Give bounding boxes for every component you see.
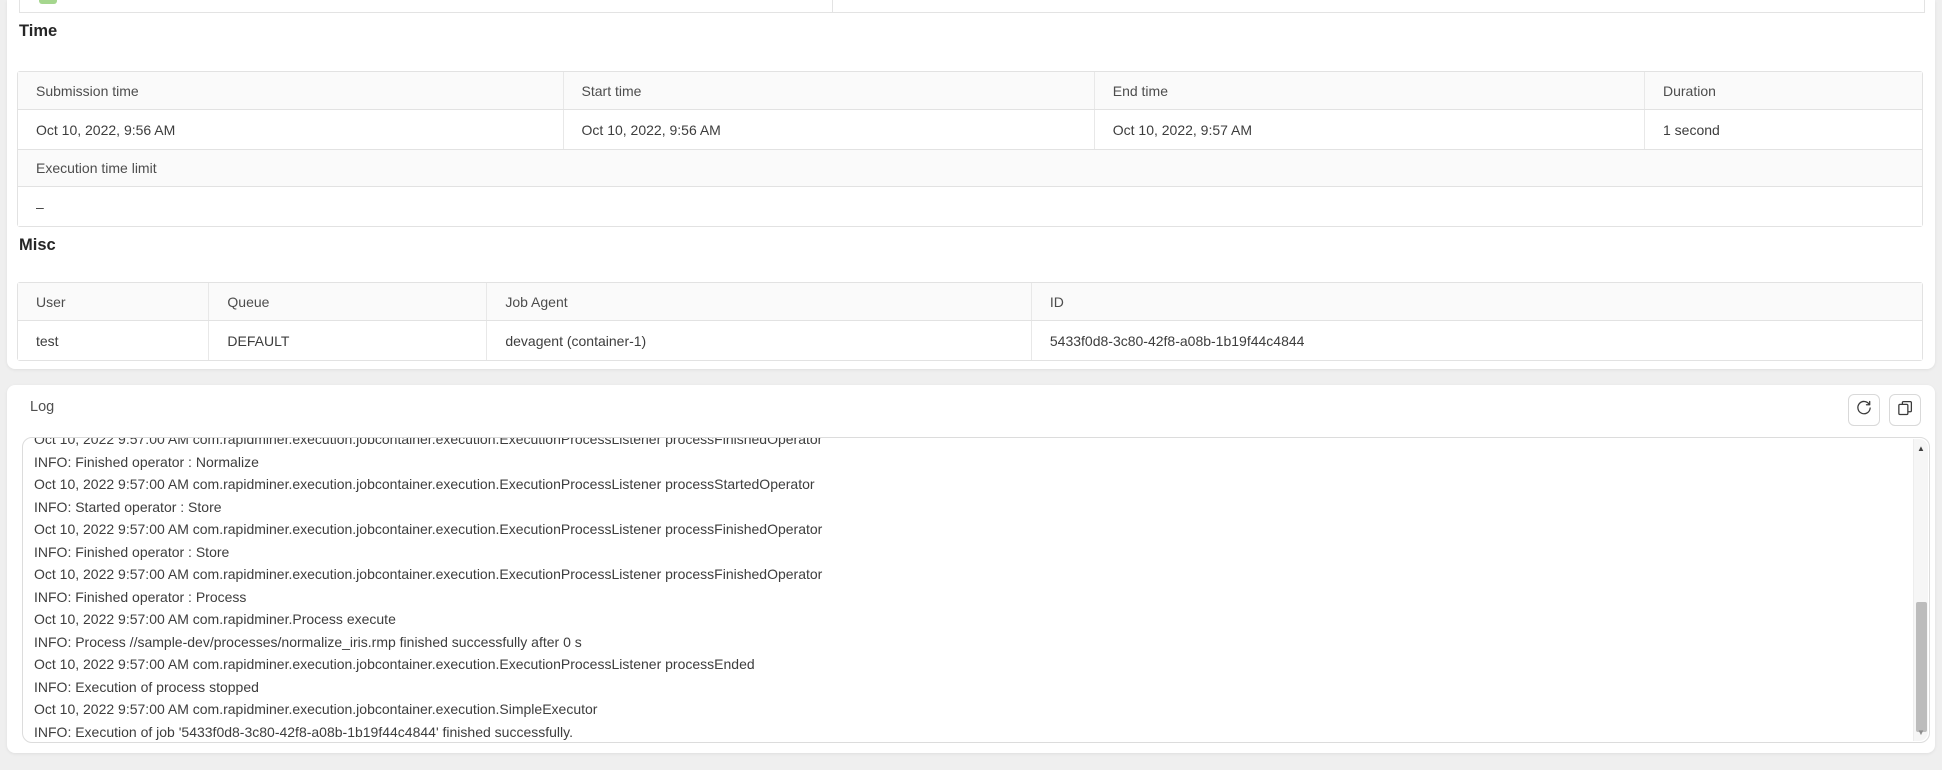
misc-table: User Queue Job Agent ID test DEFAULT dev…	[17, 282, 1923, 361]
log-card: Log Oct 10, 2022 9:57:00 AM com.rapidmin…	[7, 385, 1935, 753]
time-table-value-row: Oct 10, 2022, 9:56 AM Oct 10, 2022, 9:56…	[18, 109, 1922, 149]
header-job-agent: Job Agent	[486, 283, 1031, 320]
log-lines: Oct 10, 2022 9:57:00 AM com.rapidminer.e…	[34, 438, 1912, 742]
log-line: Oct 10, 2022 9:57:00 AM com.rapidminer.e…	[34, 438, 1912, 451]
log-line: Oct 10, 2022 9:57:00 AM com.rapidminer.e…	[34, 653, 1912, 676]
log-line: INFO: Finished operator : Process	[34, 586, 1912, 609]
log-line: Oct 10, 2022 9:57:00 AM com.rapidminer.e…	[34, 563, 1912, 586]
misc-table-header-row: User Queue Job Agent ID	[18, 283, 1922, 320]
value-id: 5433f0d8-3c80-42f8-a08b-1b19f44c4844	[1031, 321, 1922, 360]
log-line: INFO: Process //sample-dev/processes/nor…	[34, 631, 1912, 654]
time-section-heading: Time	[19, 22, 57, 41]
log-line: Oct 10, 2022 9:57:00 AM com.rapidminer.P…	[34, 608, 1912, 631]
header-end-time: End time	[1094, 72, 1644, 109]
log-line: INFO: Started operator : Store	[34, 496, 1912, 519]
header-queue: Queue	[208, 283, 486, 320]
time-table-header-row: Submission time Start time End time Dura…	[18, 72, 1922, 109]
value-start-time: Oct 10, 2022, 9:56 AM	[563, 110, 1094, 149]
header-duration: Duration	[1644, 72, 1922, 109]
log-output-panel[interactable]: Oct 10, 2022 9:57:00 AM com.rapidminer.e…	[22, 437, 1930, 743]
table-column-divider	[832, 0, 833, 12]
scrollbar-thumb[interactable]	[1916, 602, 1927, 732]
log-title: Log	[30, 399, 54, 415]
log-line: INFO: Finished operator : Normalize	[34, 451, 1912, 474]
header-start-time: Start time	[563, 72, 1094, 109]
misc-table-value-row: test DEFAULT devagent (container-1) 5433…	[18, 320, 1922, 360]
details-card: Time Submission time Start time End time…	[7, 0, 1935, 369]
value-end-time: Oct 10, 2022, 9:57 AM	[1094, 110, 1644, 149]
header-user: User	[18, 283, 208, 320]
log-line: INFO: Execution of job '5433f0d8-3c80-42…	[34, 721, 1912, 743]
value-execution-time-limit: –	[18, 187, 1922, 226]
misc-section-heading: Misc	[19, 236, 56, 255]
refresh-icon	[1855, 399, 1873, 422]
scroll-down-arrow-icon[interactable]: ▼	[1914, 725, 1928, 739]
log-line: Oct 10, 2022 9:57:00 AM com.rapidminer.e…	[34, 698, 1912, 721]
clipped-status-table	[19, 0, 1925, 13]
log-line: Oct 10, 2022 9:57:00 AM com.rapidminer.e…	[34, 473, 1912, 496]
scroll-up-arrow-icon[interactable]: ▲	[1914, 441, 1928, 455]
value-job-agent: devagent (container-1)	[486, 321, 1031, 360]
header-submission-time: Submission time	[18, 72, 563, 109]
value-submission-time: Oct 10, 2022, 9:56 AM	[18, 110, 563, 149]
copy-icon	[1896, 399, 1914, 422]
time-table: Submission time Start time End time Dura…	[17, 71, 1923, 227]
log-line: Oct 10, 2022 9:57:00 AM com.rapidminer.e…	[34, 518, 1912, 541]
refresh-log-button[interactable]	[1848, 394, 1880, 426]
header-execution-time-limit: Execution time limit	[18, 150, 1922, 186]
value-user: test	[18, 321, 208, 360]
log-line: INFO: Execution of process stopped	[34, 676, 1912, 699]
value-duration: 1 second	[1644, 110, 1922, 149]
header-id: ID	[1031, 283, 1922, 320]
copy-log-button[interactable]	[1889, 394, 1921, 426]
log-content: Oct 10, 2022 9:57:00 AM com.rapidminer.e…	[23, 438, 1912, 742]
status-badge-fragment	[39, 0, 57, 4]
execution-time-limit-header-row: Execution time limit	[18, 149, 1922, 186]
log-scrollbar[interactable]: ▲ ▼	[1913, 439, 1928, 741]
execution-time-limit-value-row: –	[18, 186, 1922, 226]
value-queue: DEFAULT	[208, 321, 486, 360]
log-line: INFO: Finished operator : Store	[34, 541, 1912, 564]
